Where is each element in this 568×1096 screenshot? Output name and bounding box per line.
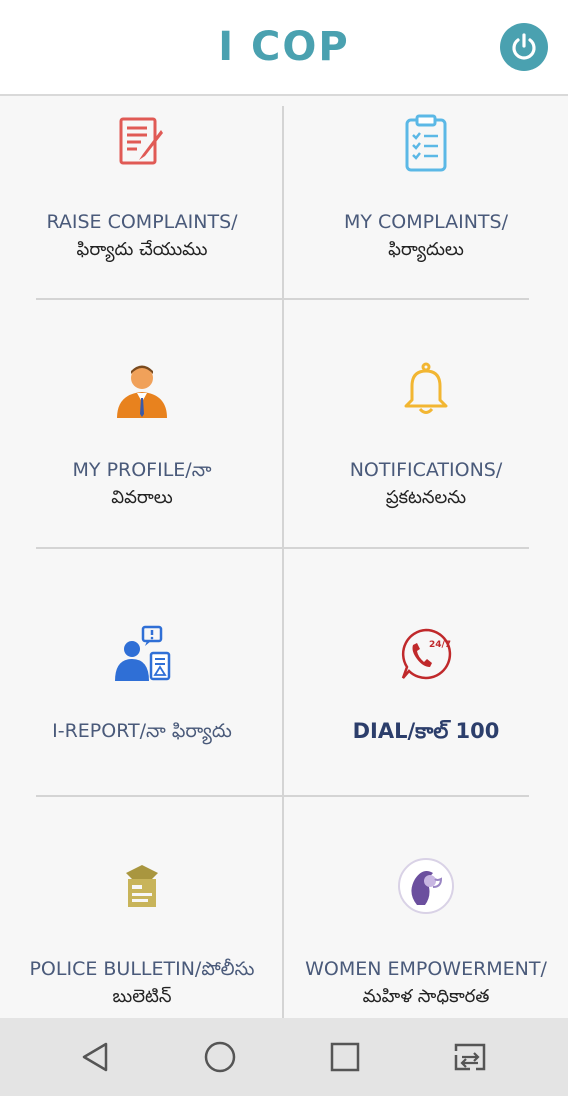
tile-raise-complaints[interactable]: RAISE COMPLAINTS/ ఫిర్యాదు చేయుము (0, 96, 284, 298)
tile-label-telugu: ఫిర్యాదు చేయుము (76, 239, 208, 260)
tile-notifications[interactable]: NOTIFICATIONS/ ప్రకటనలను (284, 300, 568, 547)
app-title: I COP (218, 24, 350, 70)
women-empowerment-icon (398, 858, 454, 914)
tile-label: RAISE COMPLAINTS/ (46, 211, 238, 233)
nav-recents-button[interactable] (325, 1037, 365, 1077)
tile-my-profile[interactable]: MY PROFILE/నా వివరాలు (0, 300, 284, 547)
home-circle-icon (204, 1041, 236, 1073)
recents-square-icon (330, 1042, 360, 1072)
tile-label: WOMEN EMPOWERMENT/ (305, 958, 547, 980)
tile-label-telugu: ప్రకటనలను (385, 487, 467, 508)
tile-label-telugu: ఫిర్యాదులు (388, 239, 464, 260)
tile-label: MY COMPLAINTS/ (343, 211, 508, 233)
switch-app-icon (454, 1043, 486, 1071)
complaint-form-icon (119, 117, 163, 165)
report-officer-icon (115, 625, 171, 681)
svg-text:24/7: 24/7 (429, 640, 451, 650)
tile-label-group: RAISE COMPLAINTS/ ఫిర్యాదు చేయుము (0, 208, 284, 264)
menu-grid: RAISE COMPLAINTS/ ఫిర్యాదు చేయుము MY COM… (0, 96, 568, 1018)
nav-home-button[interactable] (200, 1037, 240, 1077)
power-icon (512, 33, 536, 60)
clipboard-checklist-icon (405, 114, 447, 172)
bell-icon (404, 362, 448, 414)
system-nav-bar (0, 1018, 568, 1096)
tile-label: I-REPORT/నా ఫిర్యాదు (52, 720, 232, 742)
app-header: I COP (0, 0, 568, 96)
nav-switch-app-button[interactable] (450, 1037, 490, 1077)
tile-police-bulletin[interactable]: POLICE BULLETIN/పోలీసు బులెటిన్ (0, 797, 284, 1018)
tile-label: DIAL/కాల్ 100 (352, 719, 500, 743)
nav-back-button[interactable] (75, 1037, 115, 1077)
tile-label: NOTIFICATIONS/ (349, 459, 503, 481)
police-bulletin-icon (126, 865, 158, 907)
tile-my-complaints[interactable]: MY COMPLAINTS/ ఫిర్యాదులు (284, 96, 568, 298)
tile-i-report[interactable]: I-REPORT/నా ఫిర్యాదు (0, 549, 284, 795)
tile-label-group: MY COMPLAINTS/ ఫిర్యాదులు (284, 208, 568, 264)
tile-label-group: DIAL/కాల్ 100 (284, 717, 568, 745)
tile-label: MY PROFILE/నా (72, 459, 212, 481)
tile-label-group: MY PROFILE/నా వివరాలు (0, 456, 284, 512)
tile-women-empowerment[interactable]: WOMEN EMPOWERMENT/ మహిళ సాధికారత (284, 797, 568, 1018)
user-profile-icon (117, 365, 167, 418)
phone-24-7-icon: 24/7 (401, 628, 452, 680)
tile-label-group: NOTIFICATIONS/ ప్రకటనలను (284, 456, 568, 512)
tile-dial-100[interactable]: 24/7 DIAL/కాల్ 100 (284, 549, 568, 795)
tile-label-group: I-REPORT/నా ఫిర్యాదు (0, 717, 284, 745)
back-triangle-icon (82, 1042, 108, 1072)
tile-label-telugu: వివరాలు (111, 487, 173, 508)
power-button[interactable] (500, 23, 548, 71)
tile-label: POLICE BULLETIN/పోలీసు (29, 958, 255, 980)
tile-label-group: POLICE BULLETIN/పోలీసు బులెటిన్ (0, 955, 284, 1011)
tile-label-group: WOMEN EMPOWERMENT/ మహిళ సాధికారత (284, 955, 568, 1011)
tile-label-telugu: బులెటిన్ (112, 986, 172, 1007)
tile-label-telugu: మహిళ సాధికారత (362, 986, 490, 1007)
